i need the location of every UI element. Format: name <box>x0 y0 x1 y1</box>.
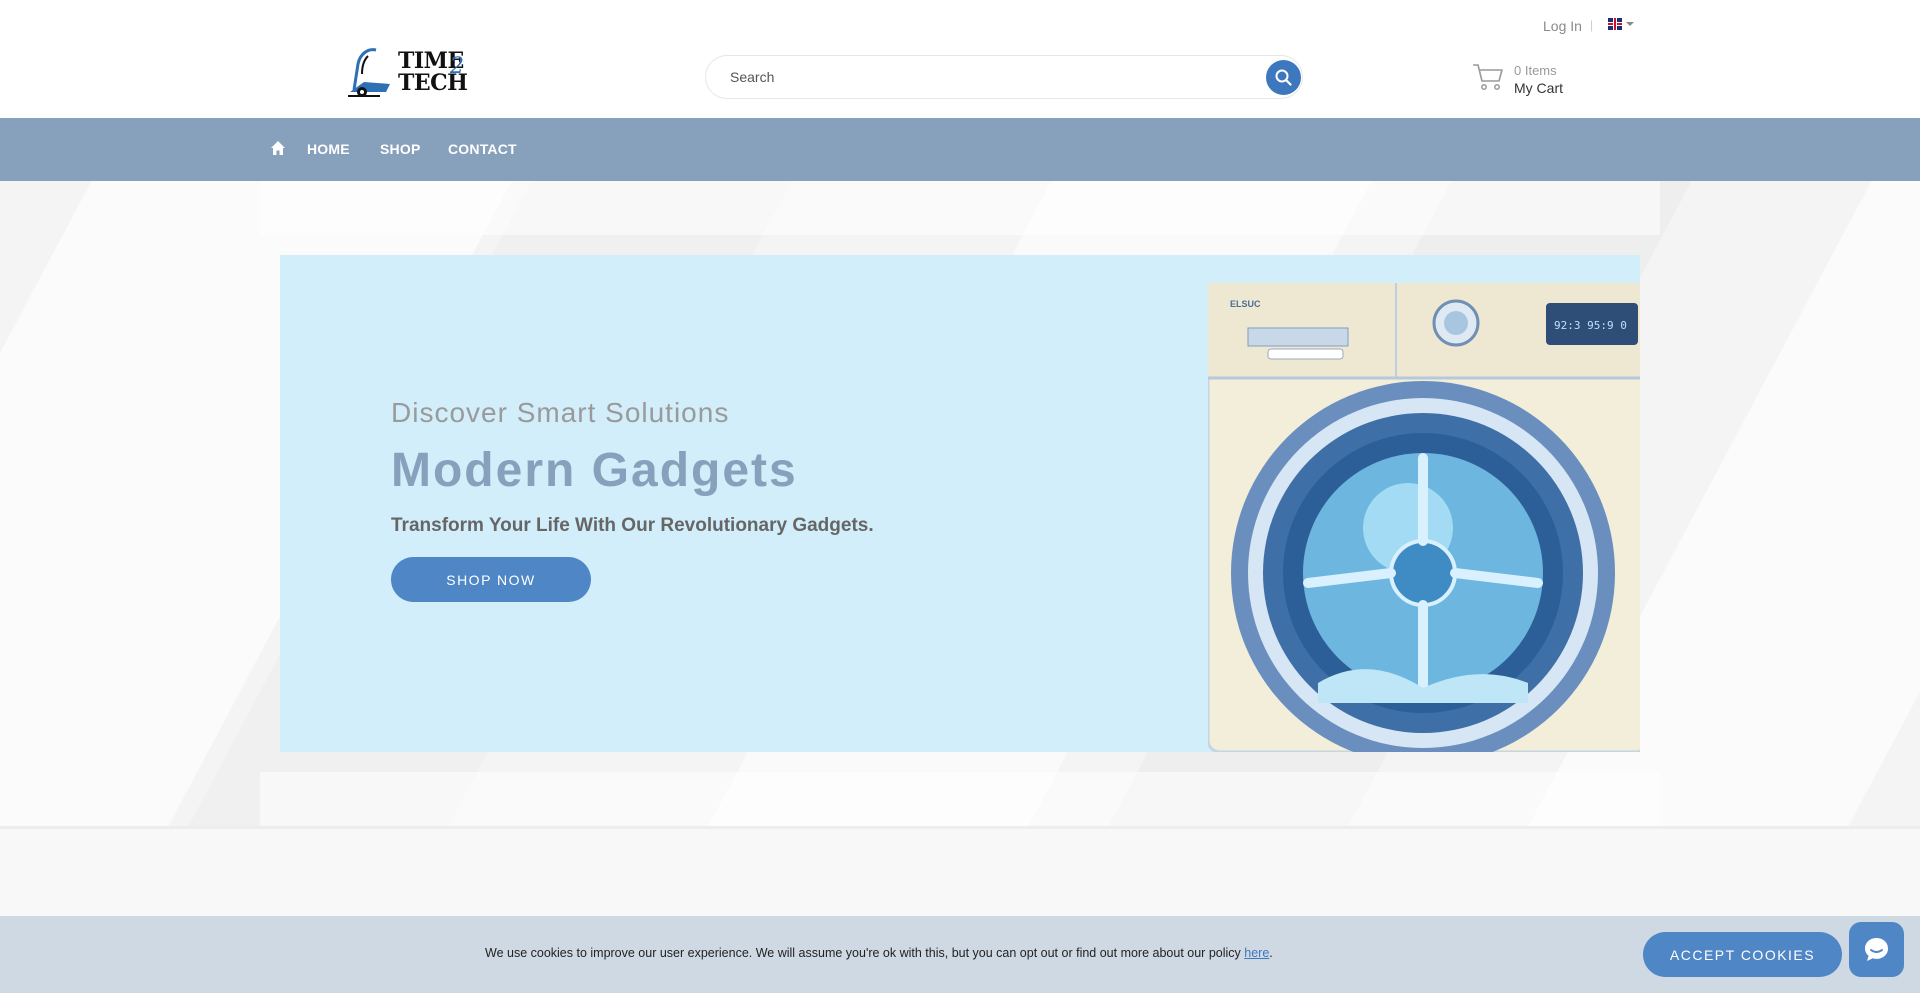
section-divider <box>0 826 1920 916</box>
header-divider: | <box>1590 18 1594 32</box>
logo-vacuum-icon <box>348 48 390 97</box>
hero-top-band <box>260 181 1660 235</box>
hero-subtitle: Transform Your Life With Our Revolutiona… <box>391 515 874 536</box>
main-navigation: HOME SHOP CONTACT <box>0 118 1920 181</box>
home-icon[interactable] <box>270 140 286 156</box>
cookie-banner: We use cookies to improve our user exper… <box>0 916 1920 993</box>
cookie-message: We use cookies to improve our user exper… <box>485 946 1273 960</box>
nav-item-contact[interactable]: CONTACT <box>448 141 517 157</box>
cart-icon <box>1473 64 1503 90</box>
uk-flag-icon <box>1608 18 1622 30</box>
search-input[interactable] <box>730 56 1230 98</box>
mini-cart[interactable]: 0 Items My Cart <box>1472 60 1572 102</box>
chat-icon <box>1865 938 1888 961</box>
cookie-policy-link[interactable]: here <box>1244 946 1269 960</box>
shop-now-button[interactable]: SHOP NOW <box>391 557 591 602</box>
chevron-down-icon <box>1626 22 1634 26</box>
cart-label: My Cart <box>1514 80 1563 96</box>
language-switcher[interactable] <box>1608 18 1634 30</box>
hero-banner: Discover Smart Solutions Modern Gadgets … <box>280 255 1640 752</box>
login-link[interactable]: Log In <box>1543 18 1582 34</box>
svg-text:92:3 95:9 0: 92:3 95:9 0 <box>1554 319 1627 332</box>
cart-item-count: 0 Items <box>1514 63 1557 78</box>
search-bar <box>705 55 1303 99</box>
hero-title: Modern Gadgets <box>391 444 798 497</box>
svg-text:ELSUC: ELSUC <box>1230 299 1261 309</box>
nav-item-shop[interactable]: SHOP <box>380 141 420 157</box>
logo-mark: 2 <box>450 54 464 79</box>
chat-button[interactable] <box>1849 922 1904 977</box>
hero-kicker: Discover Smart Solutions <box>391 397 730 428</box>
search-icon <box>1275 69 1292 86</box>
accept-cookies-button[interactable]: ACCEPT COOKIES <box>1643 932 1842 977</box>
nav-item-home[interactable]: HOME <box>307 141 350 157</box>
site-header: Log In | TIME TECH 2 Search 0 Items My C… <box>0 0 1920 118</box>
site-logo[interactable]: TIME TECH 2 <box>346 46 476 100</box>
hero-bottom-band <box>260 772 1660 826</box>
search-button[interactable] <box>1266 60 1301 95</box>
washing-machine-image: ELSUC 92:3 95:9 0 <box>1208 283 1640 752</box>
